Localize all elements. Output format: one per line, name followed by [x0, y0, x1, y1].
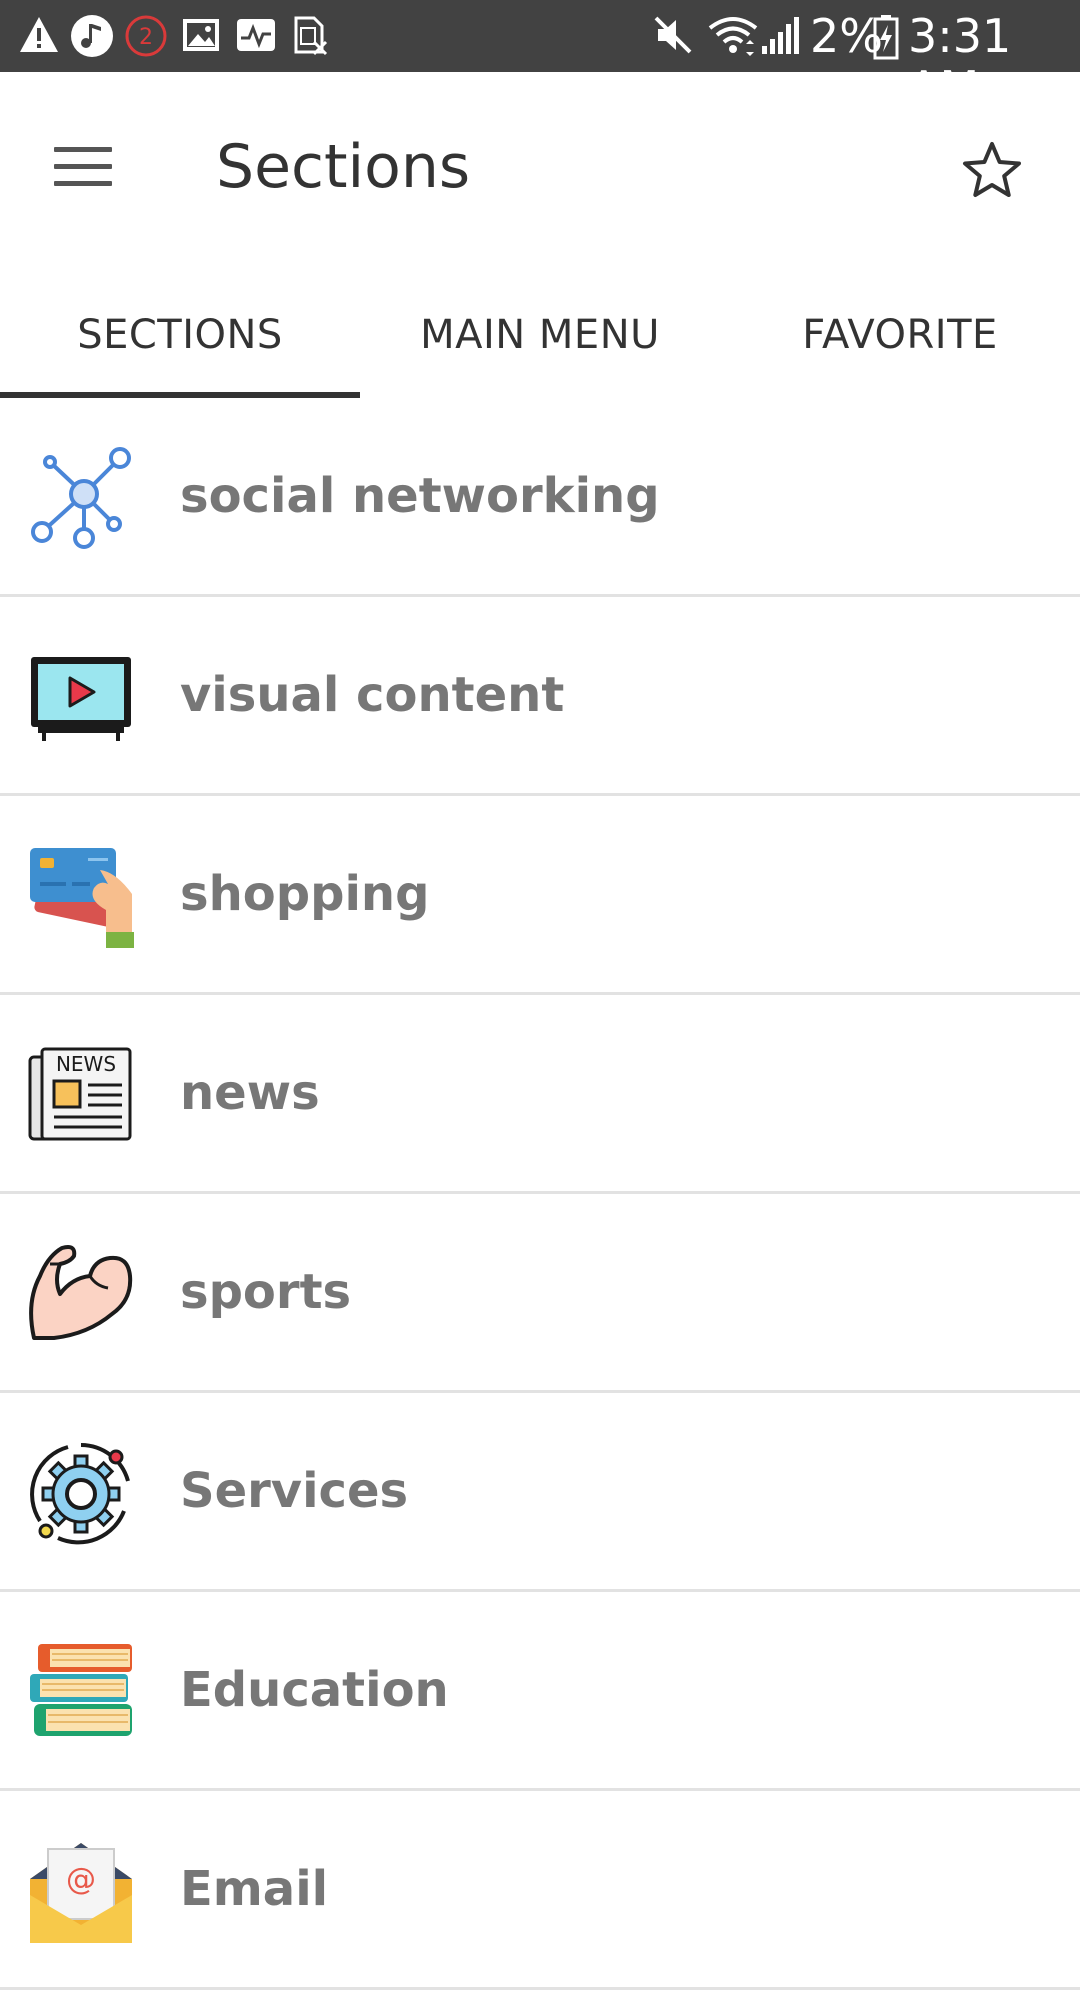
network-nodes-icon — [31, 447, 131, 549]
email-envelope-icon: @ — [30, 1843, 132, 1943]
books-icon — [30, 1644, 132, 1736]
section-list: social networking visual content shoppin… — [0, 398, 1080, 1990]
svg-text:@: @ — [66, 1862, 96, 1897]
warning-icon — [20, 17, 58, 52]
list-item-label: social networking — [180, 468, 660, 524]
star-outline-icon[interactable] — [962, 140, 1022, 200]
list-item-label: Education — [180, 1662, 449, 1718]
signal-icon — [762, 17, 799, 54]
mute-icon — [654, 16, 692, 54]
wifi-icon — [708, 17, 758, 56]
page-title: Sections — [216, 132, 471, 202]
video-tv-icon — [31, 657, 131, 741]
tab-bar: SECTIONS MAIN MENU FAVORITE — [0, 272, 1080, 398]
notification-count: 2 — [139, 25, 153, 50]
newspaper-icon: NEWS — [28, 1047, 132, 1141]
activity-icon — [237, 19, 275, 51]
app-bar: Sections — [0, 72, 1080, 272]
list-item-label: shopping — [180, 866, 430, 922]
battery-charging-icon — [873, 15, 899, 60]
tab-main-menu[interactable]: MAIN MENU — [360, 272, 720, 398]
sim-icon — [294, 16, 328, 56]
tab-sections[interactable]: SECTIONS — [0, 272, 360, 398]
list-item-social-networking[interactable]: social networking — [0, 398, 1080, 597]
notification-count-badge: 2 — [125, 15, 167, 57]
image-icon — [183, 19, 219, 51]
music-icon — [71, 15, 113, 57]
list-item-sports[interactable]: sports — [0, 1194, 1080, 1393]
list-item-news[interactable]: NEWS news — [0, 995, 1080, 1194]
list-item-email[interactable]: @ Email — [0, 1791, 1080, 1990]
list-item-services[interactable]: Services — [0, 1393, 1080, 1592]
list-item-label: Services — [180, 1463, 409, 1519]
status-bar: 2 2% 3:31 AM — [0, 0, 1080, 114]
svg-text:NEWS: NEWS — [56, 1052, 116, 1076]
list-item-label: Email — [180, 1861, 329, 1917]
list-item-shopping[interactable]: shopping — [0, 796, 1080, 995]
list-item-visual-content[interactable]: visual content — [0, 597, 1080, 796]
list-item-label: news — [180, 1065, 320, 1121]
flexed-arm-icon — [29, 1245, 133, 1340]
list-item-label: sports — [180, 1264, 352, 1320]
list-item-education[interactable]: Education — [0, 1592, 1080, 1791]
list-item-label: visual content — [180, 667, 565, 723]
gear-icon — [30, 1443, 130, 1545]
hamburger-icon[interactable] — [54, 147, 112, 189]
tab-favorite[interactable]: FAVORITE — [720, 272, 1080, 398]
credit-card-hand-icon — [30, 848, 134, 948]
